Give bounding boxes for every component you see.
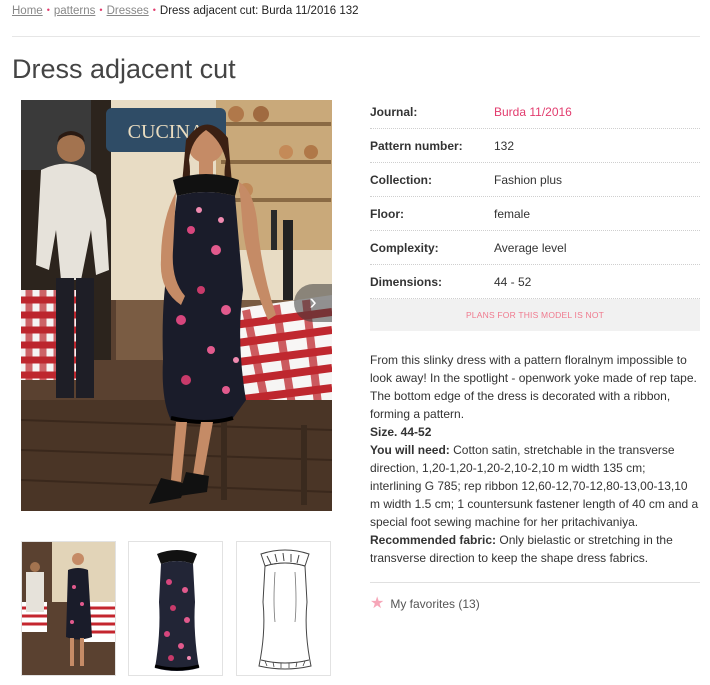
breadcrumb-separator: • — [99, 5, 103, 15]
page-title: Dress adjacent cut — [12, 54, 236, 84]
materials-label: You will need: — [370, 443, 450, 457]
favorites-button[interactable]: ★ My favorites (13) — [370, 596, 480, 612]
plans-notice: PLANS FOR THIS MODEL IS NOT — [370, 299, 700, 331]
size-label: Size. 44-52 — [370, 425, 432, 439]
pattern-description: From this slinky dress with a pattern fl… — [370, 351, 700, 567]
thumbnail-photo[interactable] — [21, 541, 116, 676]
product-photo-image: CUCINA — [21, 100, 332, 511]
description-intro: From this slinky dress with a pattern fl… — [370, 353, 697, 421]
property-label: Journal: — [370, 104, 418, 119]
property-value: 132 — [494, 138, 515, 153]
breadcrumb-separator: • — [46, 5, 50, 15]
breadcrumb-separator: • — [152, 5, 156, 15]
thumbnail-dress-image — [129, 542, 222, 675]
favorites-label: My favorites (13) — [390, 597, 480, 611]
thumbnail-photo-image — [22, 542, 115, 675]
fabric-label: Recommended fabric: — [370, 533, 497, 547]
journal-link[interactable]: Burda 11/2016 — [494, 105, 572, 119]
property-label: Collection: — [370, 172, 432, 187]
main-product-photo[interactable]: CUCINA › — [21, 100, 332, 511]
divider — [370, 582, 700, 583]
pattern-properties: Journal: Burda 11/2016 Pattern number: 1… — [370, 95, 700, 299]
property-label: Pattern number: — [370, 138, 463, 153]
breadcrumb-home[interactable]: Home — [12, 5, 43, 17]
property-label: Dimensions: — [370, 274, 443, 289]
chevron-right-icon[interactable]: › — [294, 284, 332, 322]
star-icon: ★ — [370, 595, 385, 612]
property-label: Complexity: — [370, 240, 439, 255]
breadcrumb: Home • patterns • Dresses • Dress adjacent cut… — [12, 5, 359, 17]
property-row-collection: Collection: Fashion plus — [370, 163, 700, 197]
property-value: 44 - 52 — [494, 274, 532, 289]
property-value: female — [494, 206, 531, 221]
property-row-floor: Floor: female — [370, 197, 700, 231]
property-row-pattern-number: Pattern number: 132 — [370, 129, 700, 163]
breadcrumb-dresses[interactable]: Dresses — [107, 5, 149, 17]
thumbnail-dress[interactable] — [128, 541, 223, 676]
breadcrumb-current: Dress adjacent cut: Burda 11/2016 132 — [159, 5, 359, 17]
property-row-journal: Journal: Burda 11/2016 — [370, 95, 700, 129]
property-value: Fashion plus — [494, 172, 563, 187]
technical-drawing-image — [237, 542, 330, 675]
property-row-dimensions: Dimensions: 44 - 52 — [370, 265, 700, 299]
property-label: Floor: — [370, 206, 404, 221]
breadcrumb-patterns[interactable]: patterns — [54, 5, 96, 17]
property-value: Average level — [494, 240, 567, 255]
thumbnail-technical-drawing[interactable] — [236, 541, 331, 676]
property-row-complexity: Complexity: Average level — [370, 231, 700, 265]
divider — [12, 36, 700, 37]
